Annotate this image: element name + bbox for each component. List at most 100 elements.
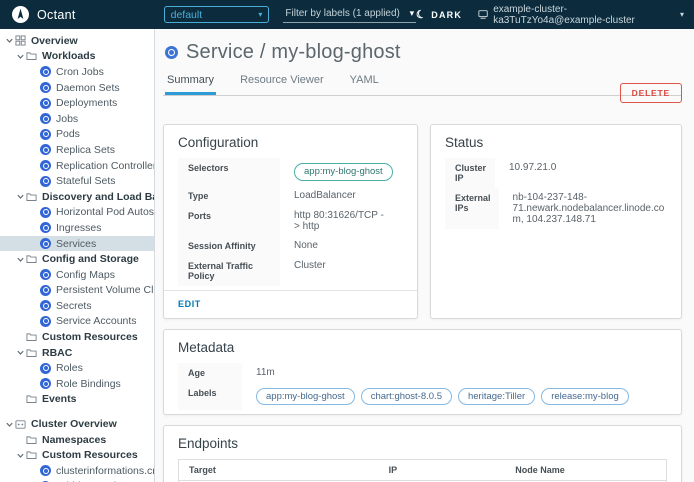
chevron-down-icon[interactable] — [15, 348, 26, 357]
chevron-down-icon[interactable] — [15, 52, 26, 61]
config-label: External Traffic Policy — [178, 256, 280, 286]
tab[interactable]: YAML — [348, 74, 381, 95]
sidebar-item[interactable]: Config and Storage — [0, 251, 154, 267]
sidebar-item[interactable]: Stateful Sets — [0, 173, 154, 189]
folder-icon — [26, 51, 37, 62]
folder-icon — [26, 450, 37, 461]
label-tag[interactable]: chart:ghost-8.0.5 — [361, 388, 452, 406]
config-value: http 80:31626/TCP -> http — [280, 206, 389, 236]
sidebar-item[interactable]: Daemon Sets — [0, 80, 154, 96]
navigation-sidebar: Overview — [0, 29, 155, 482]
chevron-down-icon[interactable] — [4, 420, 15, 429]
sidebar-item[interactable]: Service Accounts — [0, 314, 154, 330]
app-name: Octant — [37, 8, 76, 22]
endpoints-table-header: TargetIPNode Name — [179, 460, 666, 481]
endpoints-card: Endpoints TargetIPNode Name my-blog-ghos… — [163, 425, 682, 482]
sidebar-item-label: Jobs — [56, 113, 78, 125]
sidebar-item[interactable]: RBAC — [0, 345, 154, 361]
sidebar-item[interactable]: Secrets — [0, 298, 154, 314]
resource-circle-icon — [40, 238, 51, 249]
chevron-down-icon[interactable] — [15, 255, 26, 264]
theme-toggle-label: DARK — [431, 10, 462, 20]
column-header: IP — [379, 460, 506, 480]
resource-circle-icon — [40, 98, 51, 109]
config-value: LoadBalancer — [280, 186, 356, 206]
sidebar-item-label: Role Bindings — [56, 378, 121, 390]
sidebar-item[interactable]: Roles — [0, 360, 154, 376]
edit-link[interactable]: EDIT — [178, 291, 201, 314]
theme-toggle-button[interactable]: ☾ DARK — [416, 8, 462, 21]
chevron-down-icon[interactable] — [4, 36, 15, 45]
tab[interactable]: Resource Viewer — [238, 74, 326, 95]
sidebar-item[interactable]: Deployments — [0, 95, 154, 111]
resource-circle-icon — [40, 465, 51, 476]
sidebar-item-label: Workloads — [42, 50, 95, 62]
namespace-select[interactable]: default ▾ — [164, 6, 270, 23]
folder-icon — [26, 434, 37, 445]
sidebar-item-label: Overview — [31, 35, 78, 47]
status-value: nb-104-237-148-71.newark.nodebalancer.li… — [499, 188, 667, 229]
label-tag[interactable]: release:my-blog — [541, 388, 629, 406]
sidebar-item[interactable]: clusterinformations.crd.projec — [0, 463, 154, 479]
sidebar-item[interactable]: Events — [0, 392, 154, 408]
sidebar-item[interactable]: Namespaces — [0, 432, 154, 448]
tab[interactable]: Summary — [165, 74, 216, 95]
sidebar-item[interactable]: Cluster Overview — [0, 416, 154, 432]
sidebar-item[interactable]: Ingresses — [0, 220, 154, 236]
label-tag[interactable]: app:my-blog-ghost — [256, 388, 355, 406]
sidebar-item-label: Secrets — [56, 300, 92, 312]
sidebar-item[interactable]: Replication Controllers — [0, 158, 154, 174]
label-tag[interactable]: heritage:Tiller — [458, 388, 535, 406]
sidebar-item[interactable]: Cron Jobs — [0, 64, 154, 80]
sidebar-item[interactable]: Config Maps — [0, 267, 154, 283]
endpoints-table: TargetIPNode Name my-blog-ghost-77df85c6… — [178, 459, 667, 482]
resource-circle-icon — [40, 66, 51, 77]
config-row: External Traffic Policy Cluster — [178, 256, 403, 286]
chevron-down-icon[interactable] — [15, 451, 26, 460]
sidebar-item[interactable]: Custom Resources — [0, 329, 154, 345]
folder-icon — [26, 394, 37, 405]
sidebar-item[interactable]: Role Bindings — [0, 376, 154, 392]
sidebar-item-label: Pods — [56, 128, 80, 140]
folder-icon — [26, 191, 37, 202]
sidebar-item[interactable]: Horizontal Pod Autoscalers — [0, 205, 154, 221]
main-content: Service / my-blog-ghost Summary Resource … — [155, 29, 694, 482]
sidebar-item[interactable]: Overview — [0, 33, 154, 49]
configuration-card: Configuration Selectors app:my-blog-ghos… — [163, 124, 418, 319]
octant-logo-icon[interactable] — [12, 6, 29, 23]
selector-tag[interactable]: app:my-blog-ghost — [294, 163, 393, 181]
resource-circle-icon — [40, 300, 51, 311]
sidebar-item[interactable]: Pods — [0, 127, 154, 143]
sidebar-item[interactable]: Workloads — [0, 49, 154, 65]
folder-icon — [26, 347, 37, 358]
resource-circle-icon — [40, 363, 51, 374]
sidebar-item[interactable]: Jobs — [0, 111, 154, 127]
sidebar-item[interactable]: csidrivers.csi.storage.k8s.io — [0, 479, 154, 482]
label-filter-input[interactable]: Filter by labels (1 applied) ▾ — [283, 7, 416, 23]
sidebar-item-label: Cluster Overview — [31, 418, 117, 430]
status-value: 10.97.21.0 — [495, 158, 556, 188]
chevron-down-icon: ▾ — [258, 10, 262, 19]
cluster-context-label: example-cluster-ka3TuTzYo4a@example-clus… — [493, 4, 675, 26]
sidebar-item-label: Config Maps — [56, 269, 115, 281]
config-label: Session Affinity — [178, 236, 280, 256]
sidebar-item[interactable]: Replica Sets — [0, 142, 154, 158]
page-header: Service / my-blog-ghost — [165, 41, 682, 64]
delete-button[interactable]: DELETE — [620, 83, 682, 103]
resource-circle-icon — [40, 129, 51, 140]
tab-bar: Summary Resource Viewer YAML — [163, 74, 682, 96]
chevron-down-icon[interactable] — [15, 192, 26, 201]
sidebar-item-label: Services — [56, 238, 96, 250]
labels-label: Labels — [178, 383, 242, 411]
sidebar-item[interactable]: Discovery and Load Balancing — [0, 189, 154, 205]
status-label: External IPs — [445, 188, 499, 229]
sidebar-item[interactable]: Custom Resources — [0, 447, 154, 463]
column-header: Node Name — [505, 460, 666, 480]
folder-icon — [26, 254, 37, 265]
namespace-select-value: default — [171, 9, 203, 21]
cluster-overview-icon — [15, 419, 26, 430]
resource-circle-icon — [40, 113, 51, 124]
sidebar-item[interactable]: Services — [0, 236, 154, 252]
sidebar-item[interactable]: Persistent Volume Claims — [0, 283, 154, 299]
cluster-context-switcher[interactable]: example-cluster-ka3TuTzYo4a@example-clus… — [478, 4, 684, 26]
